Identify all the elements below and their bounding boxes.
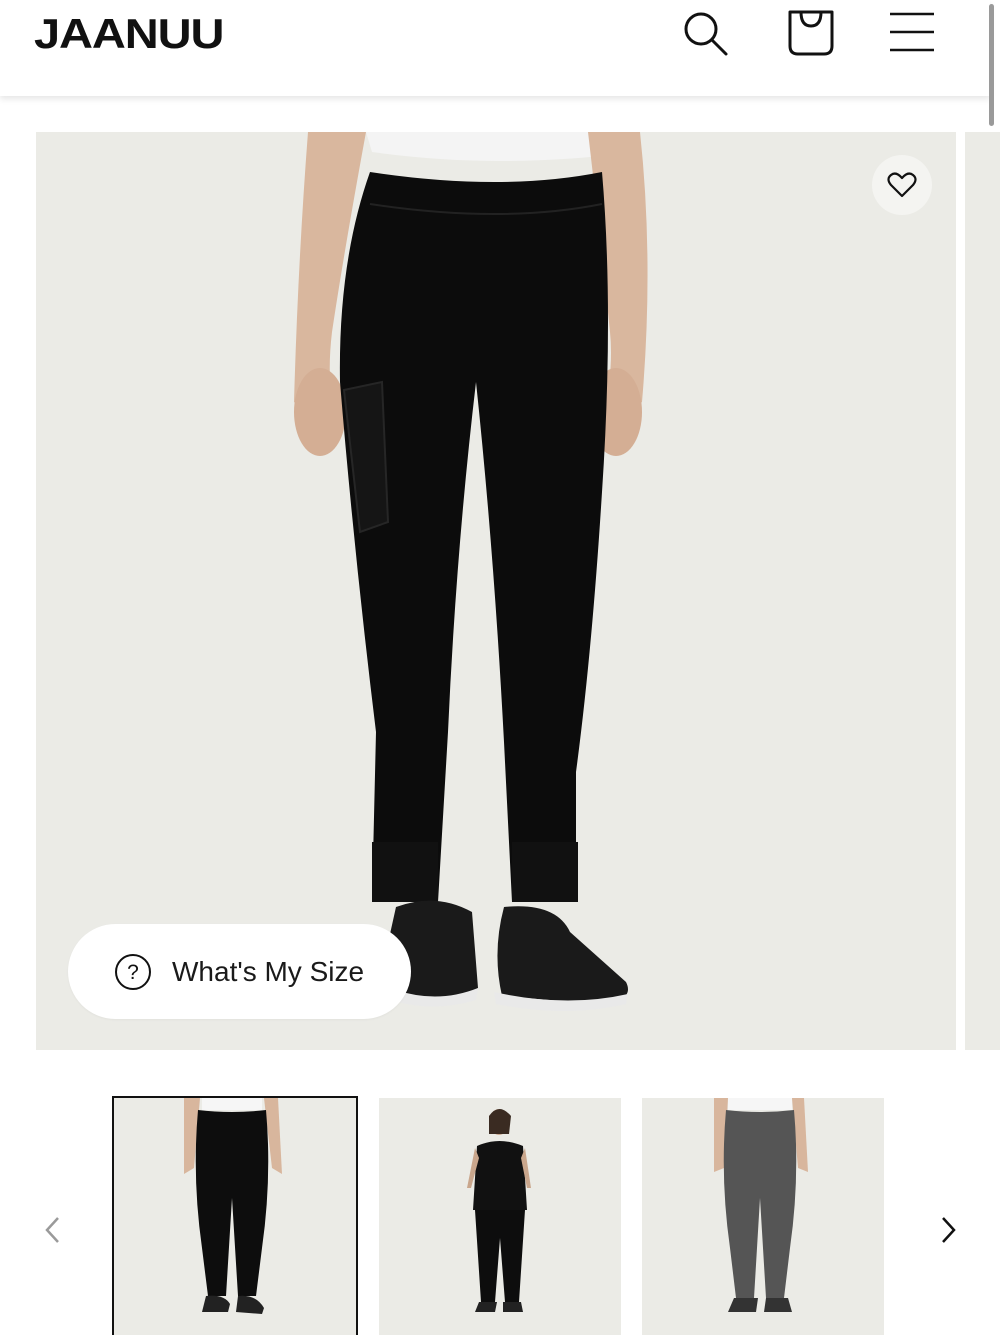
page-scrollbar[interactable] (989, 4, 994, 126)
jogger-model-illustration (36, 132, 956, 1050)
chevron-left-icon[interactable] (38, 1212, 68, 1248)
thumbnail-full-outfit (379, 1098, 621, 1335)
shopping-bag-icon[interactable] (786, 8, 836, 58)
menu-icon[interactable] (888, 8, 938, 58)
svg-text:?: ? (127, 961, 139, 984)
thumbnail-1[interactable] (112, 1096, 358, 1335)
product-main-image[interactable] (36, 132, 956, 1050)
thumbnail-3[interactable] (642, 1098, 884, 1335)
search-icon[interactable] (680, 8, 730, 58)
thumbnail-black-jogger-front (114, 1098, 356, 1335)
heart-icon (887, 172, 917, 198)
next-image-peek[interactable] (965, 132, 1000, 1050)
site-header: JAANUU (0, 0, 990, 96)
thumbnail-grey-jogger-back (642, 1098, 884, 1335)
thumbnail-2[interactable] (379, 1098, 621, 1335)
whats-my-size-button[interactable]: ? What's My Size (68, 924, 411, 1019)
chevron-right-icon[interactable] (934, 1212, 964, 1248)
brand-logo[interactable]: JAANUU (34, 10, 224, 58)
size-button-label: What's My Size (172, 955, 365, 987)
favorite-button[interactable] (872, 155, 932, 215)
question-circle-icon: ? (115, 953, 151, 990)
